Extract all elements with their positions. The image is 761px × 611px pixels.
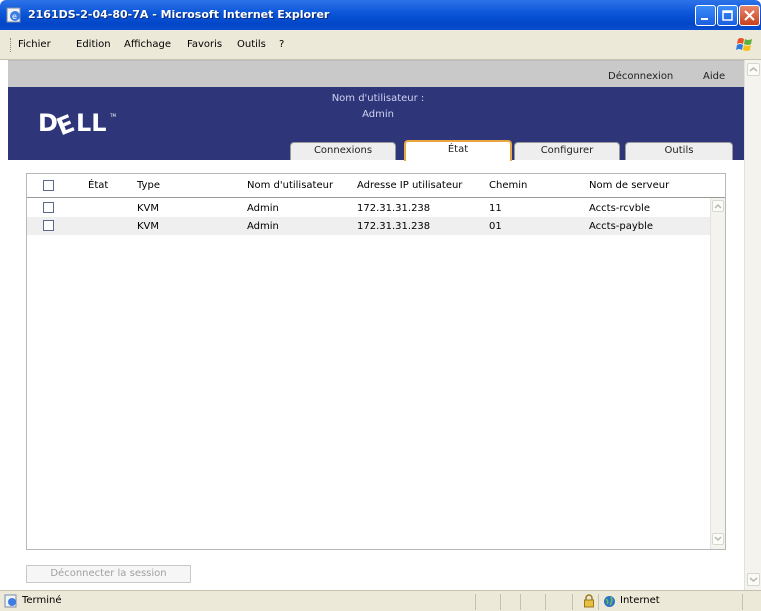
security-zone-label: Internet	[620, 595, 660, 606]
page-content: Déconnexion Aide D E LL TM Nom d'utilisa…	[8, 60, 744, 590]
cell-ip: 172.31.31.238	[357, 203, 431, 214]
menu-edition[interactable]: Edition	[76, 39, 111, 50]
col-path[interactable]: Chemin	[489, 180, 527, 191]
status-divider	[475, 594, 476, 610]
help-link[interactable]: Aide	[703, 71, 725, 82]
table-row[interactable]: KVM Admin 172.31.31.238 01 Accts-payble	[27, 217, 710, 235]
cell-path: 01	[489, 221, 502, 232]
tab-configurer[interactable]: Configurer	[514, 142, 620, 160]
disconnect-session-button[interactable]: Déconnecter la session	[26, 565, 191, 583]
table-scroll-up-button[interactable]	[712, 200, 724, 212]
tab-outils[interactable]: Outils	[625, 142, 733, 160]
row-checkbox[interactable]	[43, 220, 54, 231]
col-type[interactable]: Type	[137, 180, 160, 191]
connections-table: État Type Nom d'utilisateur Adresse IP u…	[26, 173, 726, 550]
svg-text:e: e	[12, 12, 17, 21]
chevron-down-icon	[749, 577, 758, 582]
table-scroll-down-button[interactable]	[712, 533, 724, 545]
username-label: Nom d'utilisateur :	[331, 93, 425, 104]
lock-icon	[584, 594, 594, 608]
cell-server: Accts-rcvble	[589, 203, 650, 214]
page-done-icon	[4, 594, 17, 608]
table-row[interactable]: KVM Admin 172.31.31.238 11 Accts-rcvble	[27, 199, 710, 217]
cell-ip: 172.31.31.238	[357, 221, 431, 232]
username-value: Admin	[362, 109, 394, 120]
col-server[interactable]: Nom de serveur	[589, 180, 669, 191]
col-ip[interactable]: Adresse IP utilisateur	[357, 180, 462, 191]
menu-fichier[interactable]: Fichier	[18, 39, 51, 50]
globe-icon	[604, 596, 615, 607]
close-icon	[744, 10, 755, 21]
cell-user: Admin	[247, 203, 279, 214]
page-scroll-up-button[interactable]	[747, 63, 760, 76]
cell-path: 11	[489, 203, 502, 214]
menu-outils[interactable]: Outils	[237, 39, 266, 50]
chevron-up-icon	[714, 203, 722, 209]
window-title: 2161DS-2-04-80-7A - Microsoft Internet E…	[28, 8, 330, 21]
col-username[interactable]: Nom d'utilisateur	[247, 180, 333, 191]
close-button[interactable]	[739, 5, 760, 26]
status-divider	[520, 594, 521, 610]
page-scroll-down-button[interactable]	[747, 573, 760, 586]
minimize-button[interactable]	[695, 5, 716, 26]
chevron-down-icon	[714, 536, 722, 542]
maximize-button[interactable]	[717, 5, 738, 26]
logout-link[interactable]: Déconnexion	[608, 71, 673, 82]
status-bar: Terminé Internet	[0, 590, 761, 611]
chevron-up-icon	[749, 67, 758, 72]
menu-favoris[interactable]: Favoris	[187, 39, 222, 50]
window-titlebar: e 2161DS-2-04-80-7A - Microsoft Internet…	[0, 0, 761, 30]
col-etat[interactable]: État	[88, 180, 108, 191]
cell-type: KVM	[137, 203, 160, 214]
table-header: État Type Nom d'utilisateur Adresse IP u…	[27, 174, 725, 198]
menu-help[interactable]: ?	[279, 39, 284, 50]
tab-connexions[interactable]: Connexions	[290, 142, 396, 160]
status-text: Terminé	[22, 595, 62, 606]
status-divider	[598, 594, 599, 610]
cell-server: Accts-payble	[589, 221, 654, 232]
toolbar-grip[interactable]	[10, 38, 12, 52]
status-divider	[500, 594, 501, 610]
page-scrollbar[interactable]	[744, 60, 761, 590]
cell-user: Admin	[247, 221, 279, 232]
status-divider	[572, 594, 573, 610]
status-divider	[545, 594, 546, 610]
minimize-icon	[701, 18, 708, 20]
row-checkbox[interactable]	[43, 202, 54, 213]
table-scrollbar[interactable]	[710, 198, 725, 549]
top-nav-strip: Déconnexion Aide	[8, 60, 744, 87]
svg-text:TM: TM	[109, 113, 116, 118]
select-all-checkbox[interactable]	[43, 180, 54, 191]
tab-etat[interactable]: État	[404, 140, 512, 161]
maximize-icon	[722, 10, 733, 21]
menu-affichage[interactable]: Affichage	[124, 39, 171, 50]
menu-bar: Fichier Edition Affichage Favoris Outils…	[0, 30, 761, 60]
ie-page-icon: e	[6, 7, 21, 23]
dell-logo: D E LL TM	[38, 109, 116, 139]
windows-logo-icon	[736, 38, 752, 51]
svg-text:LL: LL	[76, 109, 107, 137]
cell-type: KVM	[137, 221, 160, 232]
status-divider	[742, 594, 743, 610]
